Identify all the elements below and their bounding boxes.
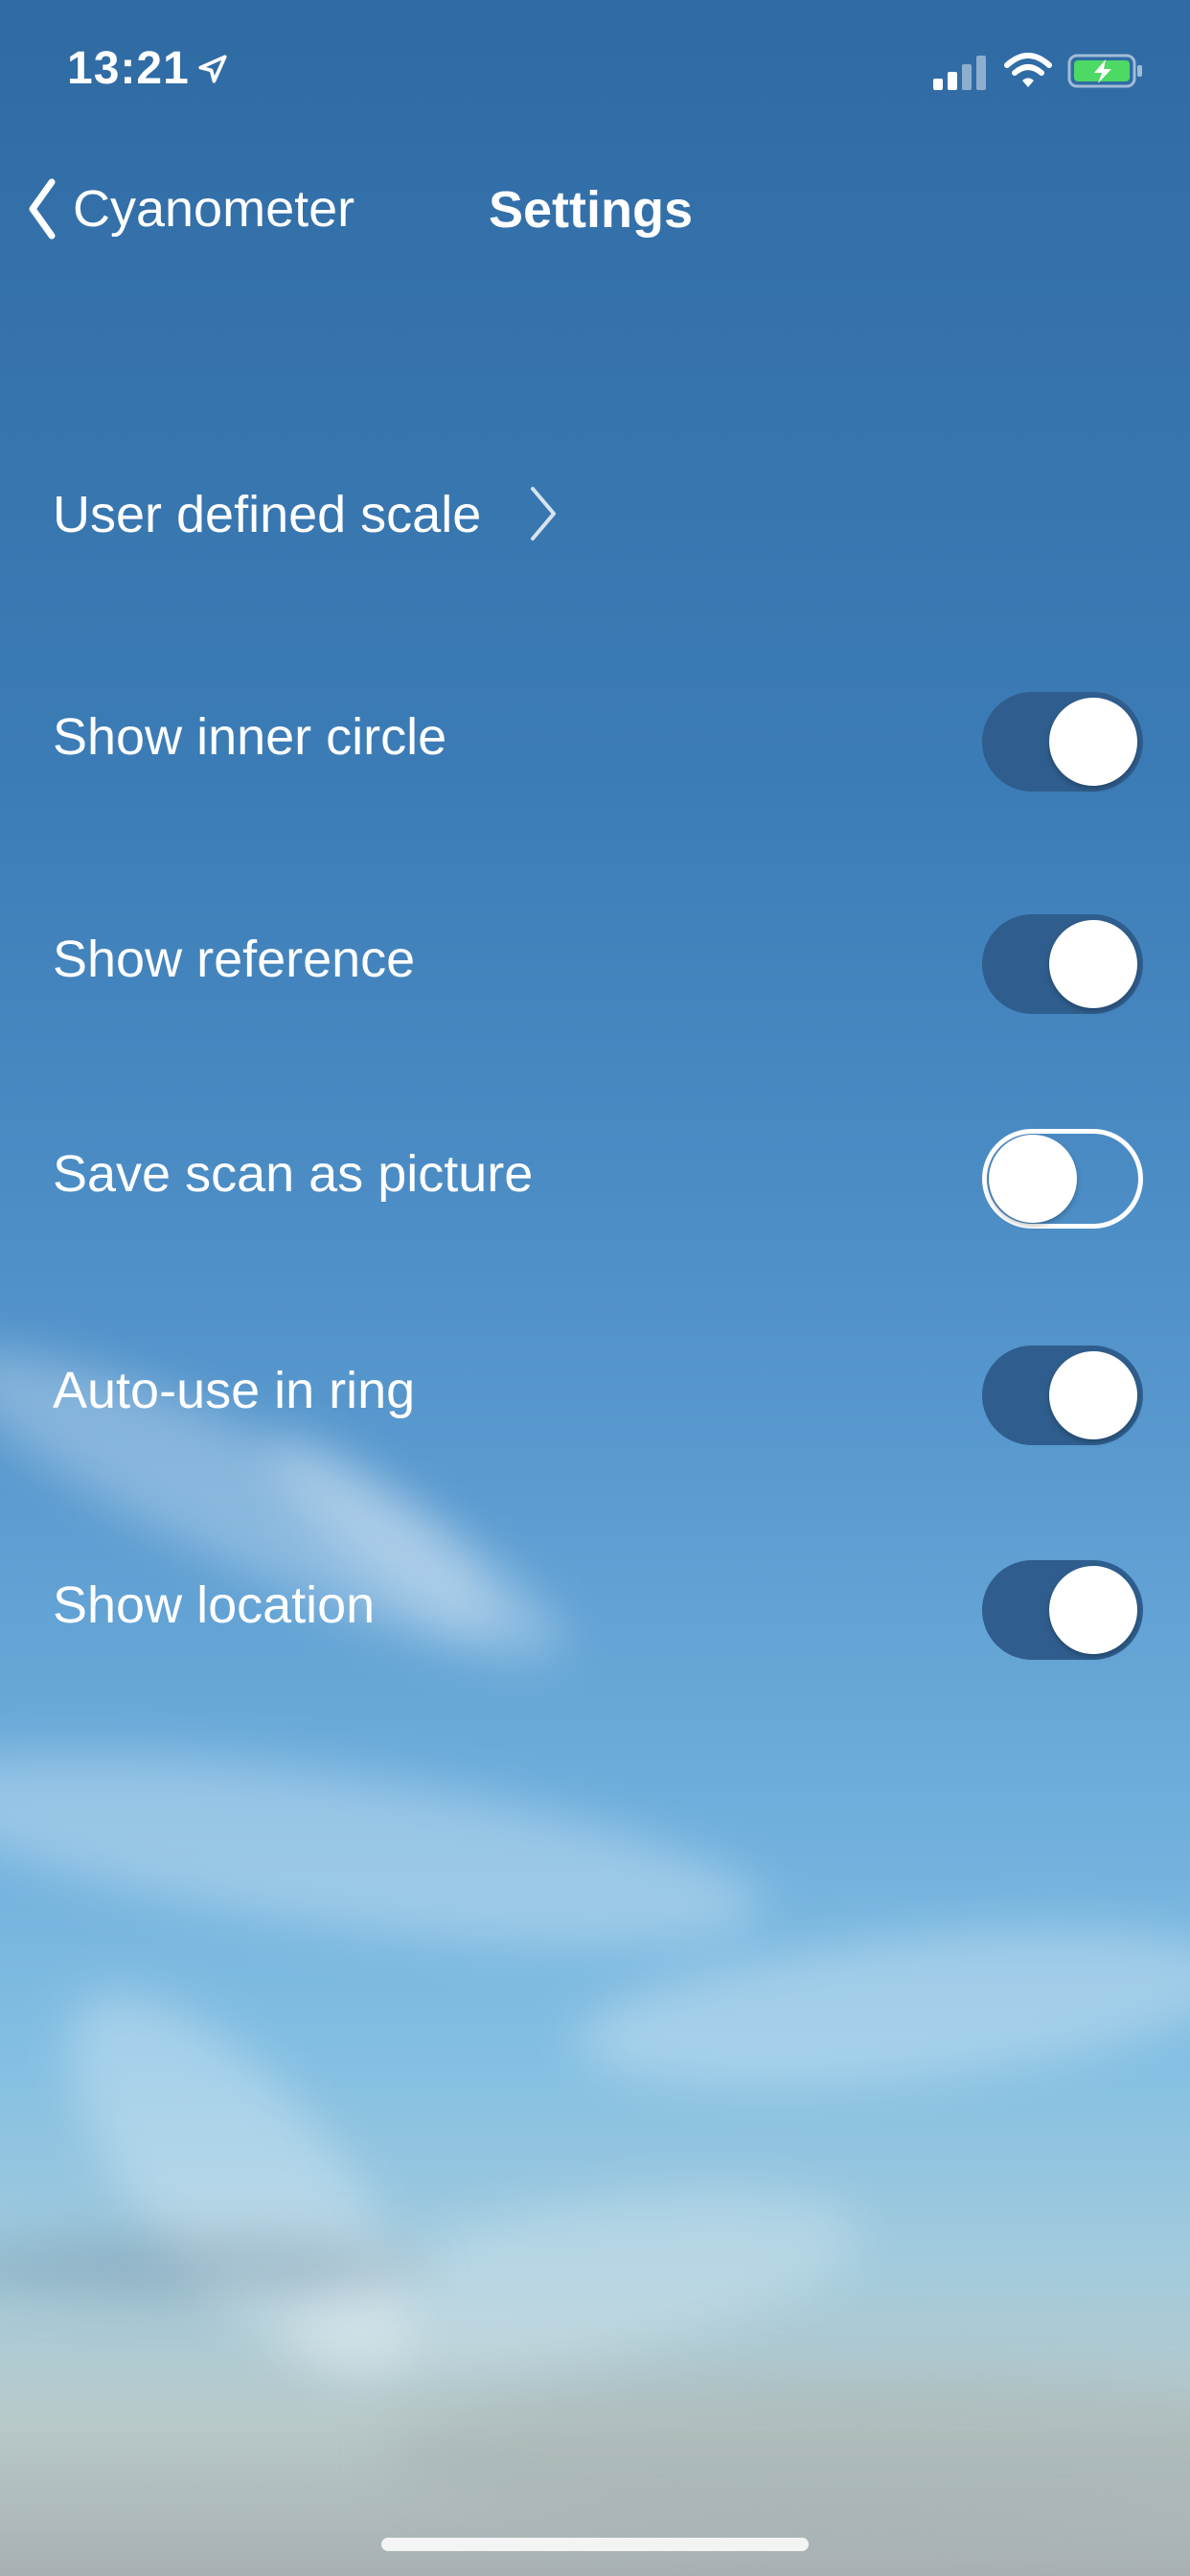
show-reference-toggle[interactable]: [982, 914, 1143, 1014]
back-button[interactable]: Cyanometer: [27, 176, 355, 242]
toggle-knob: [1049, 698, 1137, 786]
show-reference-label: Show reference: [53, 931, 416, 988]
back-button-label: Cyanometer: [73, 180, 355, 238]
toggle-knob: [1049, 1351, 1137, 1439]
navigation-bar: Cyanometer Settings: [0, 163, 1190, 259]
user-defined-scale-row[interactable]: User defined scale: [0, 456, 1190, 571]
show-inner-circle-toggle[interactable]: [982, 692, 1143, 792]
user-defined-scale-label: User defined scale: [53, 486, 482, 543]
toggle-knob: [1049, 920, 1137, 1008]
auto-use-in-ring-toggle[interactable]: [982, 1346, 1143, 1445]
chevron-left-icon: [29, 178, 56, 240]
show-inner-circle-row: Show inner circle: [0, 678, 1190, 794]
show-location-row: Show location: [0, 1547, 1190, 1662]
location-arrow-icon: [198, 55, 227, 83]
auto-use-in-ring-label: Auto-use in ring: [53, 1362, 416, 1419]
toggle-knob: [989, 1135, 1077, 1223]
status-time: 13:21: [67, 43, 190, 94]
show-inner-circle-label: Show inner circle: [53, 708, 447, 766]
home-indicator[interactable]: [381, 2538, 809, 2551]
battery-charging-icon: [1067, 54, 1142, 88]
save-scan-as-picture-label: Save scan as picture: [53, 1145, 534, 1203]
save-scan-as-picture-toggle[interactable]: [982, 1129, 1143, 1229]
wifi-icon: [1004, 53, 1052, 87]
cellular-signal-icon: [933, 56, 986, 90]
page-title: Settings: [489, 181, 694, 239]
show-location-toggle[interactable]: [982, 1560, 1143, 1660]
status-bar: 13:21: [0, 0, 1190, 144]
show-location-label: Show location: [53, 1576, 376, 1634]
auto-use-in-ring-row: Auto-use in ring: [0, 1332, 1190, 1447]
chevron-right-icon: [531, 487, 556, 540]
toggle-knob: [1049, 1566, 1137, 1654]
save-scan-as-picture-row: Save scan as picture: [0, 1116, 1190, 1230]
show-reference-row: Show reference: [0, 901, 1190, 1016]
sky-background: [0, 0, 1190, 2576]
